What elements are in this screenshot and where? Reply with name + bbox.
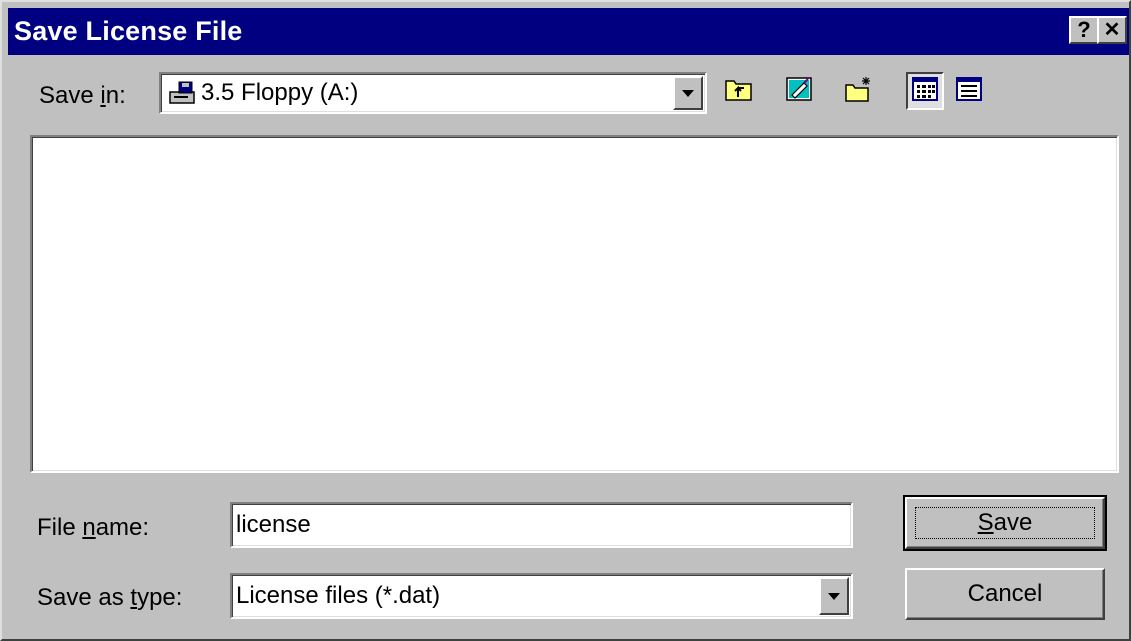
- chevron-down-icon: [828, 592, 840, 600]
- close-button[interactable]: ✕: [1097, 16, 1127, 44]
- close-icon: ✕: [1103, 19, 1121, 41]
- file-name-label: File name:: [37, 514, 150, 541]
- title-bar[interactable]: Save License File ? ✕: [8, 8, 1129, 55]
- save-as-type-dropdown-button[interactable]: [819, 577, 849, 615]
- chevron-down-icon: [682, 89, 694, 97]
- list-view-button[interactable]: [906, 72, 944, 110]
- file-name-input[interactable]: license: [230, 502, 853, 548]
- cancel-button[interactable]: Cancel: [905, 568, 1105, 620]
- file-list[interactable]: [30, 135, 1119, 473]
- new-folder-button[interactable]: [840, 72, 878, 110]
- list-view-icon: [911, 76, 939, 107]
- up-one-level-icon: [724, 75, 754, 108]
- save-in-dropdown[interactable]: 3.5 Floppy (A:): [159, 72, 707, 114]
- details-view-button[interactable]: [950, 72, 988, 110]
- details-view-icon: [955, 76, 983, 107]
- file-name-value: license: [236, 511, 311, 538]
- help-button[interactable]: ?: [1069, 16, 1099, 44]
- save-in-dropdown-button[interactable]: [673, 76, 703, 110]
- save-button[interactable]: Save: [903, 495, 1107, 551]
- up-one-level-button[interactable]: [720, 72, 758, 110]
- help-icon: ?: [1077, 17, 1091, 42]
- save-as-type-value: License files (*.dat): [236, 582, 441, 609]
- save-in-value: 3.5 Floppy (A:): [161, 74, 358, 112]
- focus-rect: [915, 507, 1095, 539]
- save-as-type-label: Save as type:: [37, 584, 183, 611]
- window-title: Save License File: [14, 16, 243, 46]
- desktop-button[interactable]: [780, 72, 818, 110]
- save-as-type-dropdown[interactable]: License files (*.dat): [230, 573, 853, 619]
- save-license-dialog: Save License File ? ✕ Save in: 3.5 Flopp…: [0, 0, 1131, 641]
- save-in-label: Save in:: [39, 82, 126, 109]
- floppy-drive-icon: [167, 80, 197, 106]
- new-folder-icon: [844, 75, 874, 108]
- save-in-text: 3.5 Floppy (A:): [201, 79, 359, 106]
- desktop-icon: [784, 75, 814, 108]
